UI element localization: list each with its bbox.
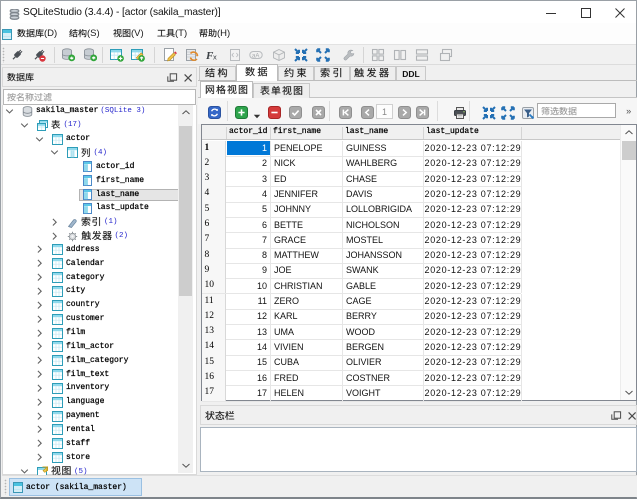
svg-text:aA: aA xyxy=(252,53,259,59)
svg-text:x: x xyxy=(213,52,217,61)
